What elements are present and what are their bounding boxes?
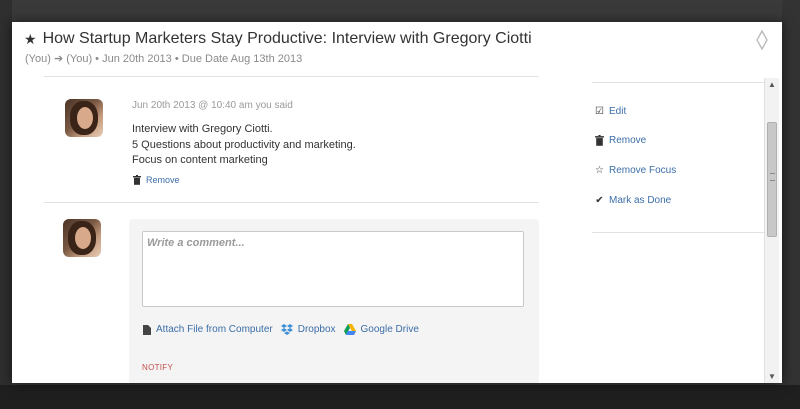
dropbox-link[interactable]: Dropbox — [280, 324, 336, 335]
edit-icon: ☑ — [595, 106, 604, 117]
star-outline-icon: ☆ — [595, 165, 604, 176]
task-modal: ★ How Startup Marketers Stay Productive:… — [12, 22, 782, 383]
scrollbar[interactable]: ▲ ▼ — [764, 78, 779, 383]
divider — [44, 76, 539, 77]
mark-done-label: Mark as Done — [609, 195, 672, 206]
remove-action[interactable]: Remove — [594, 135, 646, 146]
task-title: How Startup Marketers Stay Productive: I… — [42, 30, 532, 47]
expand-toggle-icon[interactable] — [756, 30, 768, 50]
action-sidebar: ☑ Edit Remove ☆ Remove Focus ✔ Mark as D… — [592, 82, 770, 233]
google-drive-icon — [343, 324, 356, 335]
trash-icon — [595, 135, 604, 146]
avatar — [63, 219, 101, 257]
remove-label: Remove — [609, 135, 647, 146]
scroll-up-icon[interactable]: ▲ — [768, 80, 776, 89]
comment-line: Focus on content marketing — [132, 154, 268, 166]
comment-line: 5 Questions about productivity and marke… — [132, 139, 356, 151]
divider — [44, 202, 539, 203]
scrollbar-thumb[interactable] — [767, 122, 777, 237]
comment-remove-label: Remove — [146, 175, 180, 185]
attach-computer-link[interactable]: Attach File from Computer — [143, 324, 273, 335]
dropbox-icon — [280, 324, 293, 335]
file-icon — [143, 324, 151, 335]
edit-label: Edit — [609, 106, 627, 117]
remove-focus-action[interactable]: ☆ Remove Focus — [594, 165, 676, 176]
background-right-edge — [782, 0, 800, 409]
edit-action[interactable]: ☑ Edit — [594, 106, 626, 117]
google-drive-label: Google Drive — [360, 324, 419, 335]
task-subtitle: (You) ➔ (You) • Jun 20th 2013 • Due Date… — [25, 53, 303, 65]
scroll-down-icon[interactable]: ▼ — [768, 372, 776, 381]
mark-done-action[interactable]: ✔ Mark as Done — [594, 195, 671, 206]
comment-line: Interview with Gregory Ciotti. — [132, 123, 273, 135]
checkmark-icon: ✔ — [595, 195, 604, 206]
comment-meta: Jun 20th 2013 @ 10:40 am you said — [132, 100, 293, 111]
avatar — [65, 99, 103, 137]
star-icon[interactable]: ★ — [24, 31, 37, 48]
google-drive-link[interactable]: Google Drive — [343, 324, 419, 335]
comment-remove-link[interactable]: Remove — [133, 175, 180, 185]
background-bottom-bar — [0, 385, 800, 409]
dropbox-label: Dropbox — [297, 324, 336, 335]
background-left-edge — [0, 0, 12, 409]
grip-icon — [770, 173, 775, 181]
new-comment-panel: Write a comment... Attach File from Comp… — [129, 219, 539, 383]
attach-computer-label: Attach File from Computer — [156, 324, 273, 335]
comment-input[interactable]: Write a comment... — [142, 231, 524, 307]
modal-header: ★ How Startup Marketers Stay Productive:… — [12, 22, 782, 74]
trash-icon — [133, 175, 141, 185]
notify-label: NOTIFY — [142, 363, 174, 372]
remove-focus-label: Remove Focus — [609, 165, 677, 176]
attach-row: Attach File from Computer Dropbox Google… — [143, 324, 427, 335]
title-row: ★ How Startup Marketers Stay Productive:… — [24, 30, 532, 48]
